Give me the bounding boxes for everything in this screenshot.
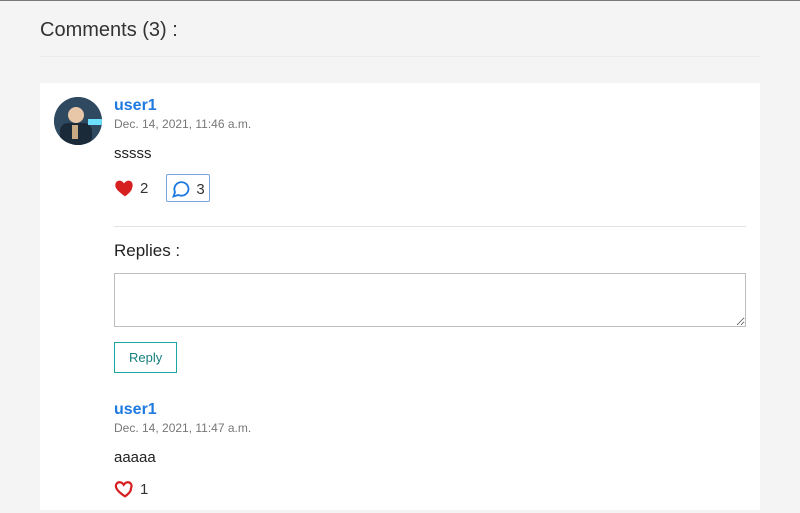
comment-icon [170, 178, 192, 200]
like-button[interactable]: 2 [114, 177, 148, 199]
reply-actions: 1 [114, 478, 746, 500]
comment-timestamp: Dec. 14, 2021, 11:46 a.m. [114, 117, 746, 131]
reply-button[interactable]: Reply [114, 342, 177, 373]
reply-timestamp: Dec. 14, 2021, 11:47 a.m. [114, 421, 746, 435]
comments-header: Comments (3) : [40, 15, 760, 57]
comment-text: sssss [114, 145, 746, 162]
like-count: 2 [140, 180, 148, 197]
avatar[interactable] [54, 97, 102, 145]
replies-toggle[interactable]: 3 [166, 174, 209, 202]
comment-body: user1 Dec. 14, 2021, 11:46 a.m. sssss 2 [114, 97, 746, 202]
username-link[interactable]: user1 [114, 401, 157, 419]
comments-section: Comments (3) : user1 Dec. 14, 2021, 11:4… [0, 0, 800, 510]
reply-text: aaaaa [114, 449, 746, 466]
username-link[interactable]: user1 [114, 97, 157, 115]
reply-count: 3 [196, 181, 204, 198]
like-count: 1 [140, 481, 148, 498]
replies-label: Replies : [114, 241, 746, 261]
comment: user1 Dec. 14, 2021, 11:46 a.m. sssss 2 [54, 97, 746, 202]
comment-actions: 2 3 [114, 174, 746, 202]
replies-section: Replies : Reply user1 Dec. 14, 2021, 11:… [54, 226, 746, 500]
like-button[interactable]: 1 [114, 478, 148, 500]
reply-textarea[interactable] [114, 273, 746, 327]
reply-item: user1 Dec. 14, 2021, 11:47 a.m. aaaaa 1 [114, 401, 746, 500]
heart-icon [114, 177, 136, 199]
divider [114, 226, 746, 227]
heart-icon [114, 478, 136, 500]
comment-card: user1 Dec. 14, 2021, 11:46 a.m. sssss 2 [40, 83, 760, 510]
